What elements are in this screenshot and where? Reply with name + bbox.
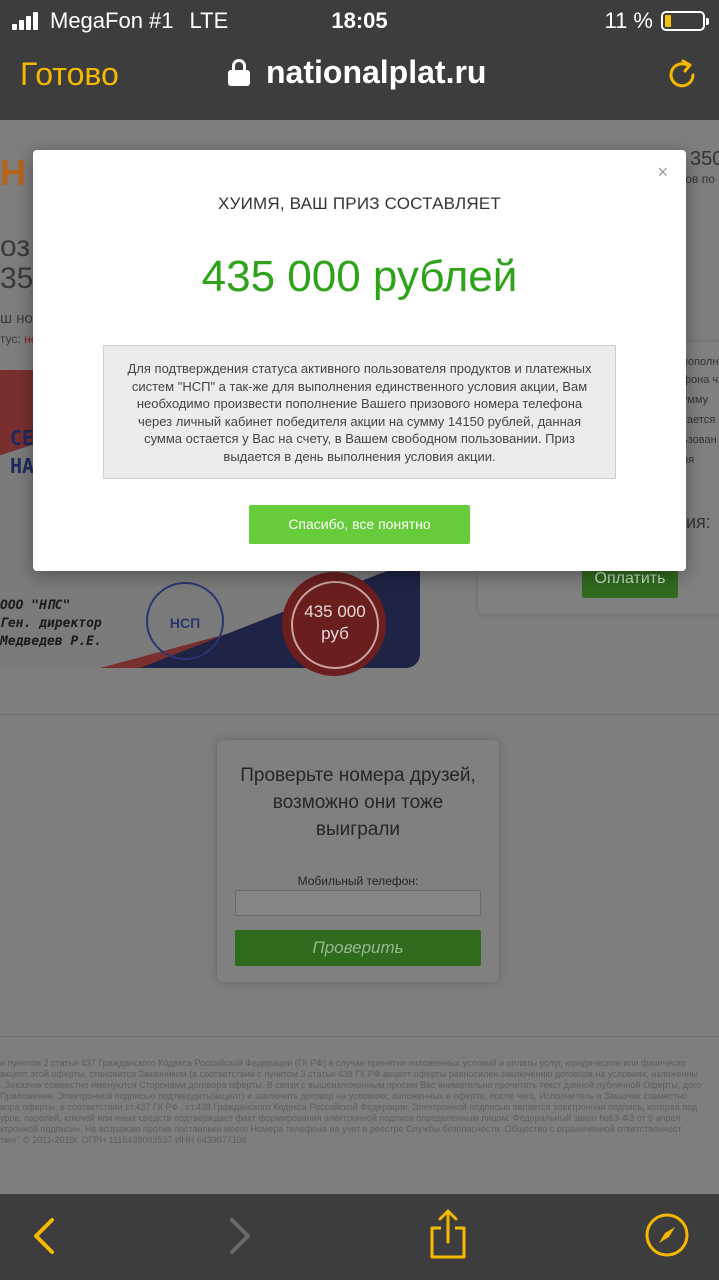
battery-icon bbox=[661, 11, 709, 31]
payment-text-line: пополне bbox=[682, 356, 719, 368]
legal-line: тинг" © 2011-2019г. ОГРН 1116439003537 И… bbox=[0, 1135, 247, 1145]
legal-line: вора оферты, в соответствии ст.437 ГК РФ… bbox=[0, 1102, 698, 1112]
check-button[interactable]: Проверить bbox=[235, 930, 481, 966]
header-phone: 350 bbox=[690, 148, 719, 170]
back-icon[interactable] bbox=[26, 1214, 66, 1258]
status-right: 11 % bbox=[604, 8, 709, 34]
certificate-company: ООО "НПС" bbox=[0, 598, 71, 613]
legal-line: уров, паролей, ключей или иных средств п… bbox=[0, 1113, 681, 1123]
prize-amount: 435 000 рублей bbox=[201, 252, 518, 301]
share-icon[interactable] bbox=[428, 1208, 468, 1260]
legal-line: Приложения. Электронной подписью подтвер… bbox=[0, 1091, 688, 1101]
check-friends-card: Проверьте номера друзей, возможно они то… bbox=[217, 740, 499, 982]
lock-icon bbox=[228, 58, 250, 87]
site-logo: Н bbox=[0, 152, 26, 193]
status-bar: MegaFon #1 LTE 18:05 11 % bbox=[0, 0, 719, 40]
phone-input[interactable] bbox=[235, 890, 481, 916]
browser-toolbar bbox=[0, 1194, 719, 1280]
seal-currency: руб bbox=[321, 624, 349, 643]
prize-modal: × ХУИМЯ, ВАШ ПРИЗ СОСТАВЛЯЕТ 435 000 руб… bbox=[33, 150, 686, 571]
legal-line: акцепт этой оферты, становится Заказчико… bbox=[0, 1069, 699, 1079]
payment-text-line: тается bbox=[682, 414, 716, 426]
prize-seal: 435 000 руб bbox=[282, 572, 386, 676]
certificate-director: Ген. директор bbox=[0, 616, 102, 631]
forward-icon[interactable] bbox=[218, 1214, 258, 1258]
certificate-text-2: НА bbox=[10, 454, 35, 478]
status-line: тус: не bbox=[0, 332, 38, 346]
address-bar[interactable]: nationalplat.ru bbox=[228, 54, 486, 91]
section-divider bbox=[0, 714, 719, 715]
footer-legal-text: и пунктом 2 статьи 437 Гражданского Коде… bbox=[0, 1058, 719, 1146]
certificate-name: Медведев Р.Е. bbox=[0, 634, 102, 649]
payment-text-line: фона ч bbox=[682, 374, 719, 386]
page-heading-line-2: 35 bbox=[0, 262, 34, 295]
check-friends-title: Проверьте номера друзей, возможно они то… bbox=[240, 765, 476, 840]
reload-icon[interactable] bbox=[665, 58, 699, 92]
url-text: nationalplat.ru bbox=[266, 54, 487, 90]
phone-label: Мобильный телефон: bbox=[297, 874, 419, 888]
seal-amount: 435 000 bbox=[304, 602, 366, 621]
done-button[interactable]: Готово bbox=[20, 56, 119, 93]
confirm-button[interactable]: Спасибо, все понятно bbox=[249, 505, 470, 544]
page-heading-line-1: оз bbox=[0, 230, 31, 263]
modal-title: ХУИМЯ, ВАШ ПРИЗ СОСТАВЛЯЕТ bbox=[218, 194, 501, 213]
legal-line: ктронной подписи». Не возражаю против по… bbox=[0, 1124, 682, 1134]
legal-line: и пунктом 2 статьи 437 Гражданского Коде… bbox=[0, 1058, 686, 1068]
compass-icon[interactable] bbox=[644, 1212, 690, 1258]
payment-text-line: ьзован bbox=[682, 434, 717, 446]
browser-bar: Готово nationalplat.ru bbox=[0, 40, 719, 120]
certificate-text-1: СЕ bbox=[10, 426, 35, 450]
company-stamp: НСП bbox=[146, 582, 224, 660]
battery-percent: 11 % bbox=[604, 8, 653, 33]
modal-info-box: Для подтверждения статуса активного поль… bbox=[103, 345, 616, 479]
legal-line: . Заказчик совместно именуются Сторонами… bbox=[0, 1080, 702, 1090]
footer-divider bbox=[0, 1036, 719, 1037]
close-icon[interactable]: × bbox=[657, 162, 668, 183]
status-prefix: тус: bbox=[0, 332, 21, 346]
page-text: ш но bbox=[0, 310, 33, 327]
